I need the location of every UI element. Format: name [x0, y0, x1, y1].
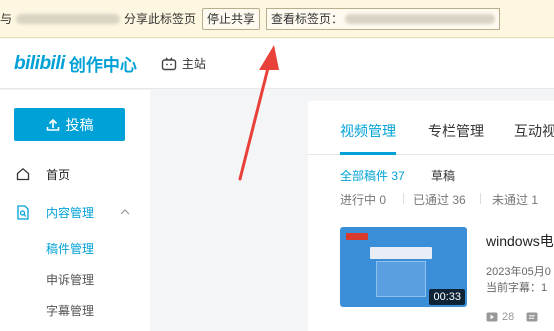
filter-rejected[interactable]: 未通过 1: [492, 191, 538, 208]
logo-subtitle: 创作中心: [68, 56, 137, 75]
video-date: 2023年05月0: [486, 266, 551, 278]
filter-all-manuscripts[interactable]: 全部稿件 37: [340, 167, 405, 184]
play-count: 28: [502, 311, 515, 323]
filter-approved[interactable]: 已通过 36: [413, 191, 466, 208]
tab-video-management[interactable]: 视频管理: [340, 121, 396, 141]
share-suffix: 分享此标签页: [124, 12, 197, 26]
video-thumbnail[interactable]: 00:33: [340, 227, 467, 307]
sidebar-item-home[interactable]: 首页: [0, 159, 150, 189]
divider: [480, 193, 481, 204]
sidebar-subitem-manuscripts[interactable]: 稿件管理: [46, 240, 94, 257]
logo[interactable]: bilibili 创作中心: [14, 51, 137, 76]
tab-share-bar: 与 分享此标签页 停止共享 查看标签页：: [0, 0, 554, 38]
divider: [403, 193, 404, 204]
video-stats: 28: [486, 311, 538, 323]
danmaku-icon: [526, 312, 538, 322]
tv-icon: [161, 56, 177, 70]
video-subtitle-count: 当前字幕：1: [486, 282, 548, 294]
sidebar-item-content[interactable]: 内容管理: [0, 197, 150, 227]
video-duration: 00:33: [429, 289, 465, 305]
video-title[interactable]: windows电脑: [486, 231, 554, 251]
play-count-icon: [486, 312, 498, 322]
filter-drafts[interactable]: 草稿: [431, 167, 455, 184]
upload-label: 投稿: [65, 116, 94, 133]
top-nav: bilibili 创作中心 主站: [0, 39, 554, 89]
sidebar-item-label: 首页: [46, 167, 71, 182]
view-tab-button[interactable]: 查看标签页：: [266, 7, 501, 30]
upload-button[interactable]: 投稿: [14, 108, 125, 141]
document-icon: [17, 204, 29, 220]
tab-bar: 视频管理 专栏管理 互动视: [308, 101, 554, 155]
sidebar-subitem-subtitles[interactable]: 字幕管理: [46, 302, 94, 319]
stop-sharing-button[interactable]: 停止共享: [202, 7, 261, 30]
sidebar-subitem-appeals[interactable]: 申诉管理: [46, 271, 94, 288]
main-site-link[interactable]: 主站: [161, 55, 206, 72]
thumbnail-banner: [370, 247, 432, 259]
sidebar: 投稿 首页 内容管理 稿件管理 申诉管理 字幕管理: [0, 90, 150, 331]
active-tab-indicator: [340, 152, 396, 155]
channel-badge: [346, 233, 368, 240]
tab-interactive-video[interactable]: 互动视: [514, 121, 554, 141]
view-tab-label: 查看标签页：: [271, 11, 344, 26]
thumbnail-screenshot: [376, 261, 426, 297]
share-prefix: 与: [0, 12, 13, 26]
blurred-url: [345, 13, 496, 24]
chevron-up-icon[interactable]: [120, 209, 130, 215]
sidebar-item-label: 内容管理: [46, 205, 95, 220]
main-panel: 视频管理 专栏管理 互动视 全部稿件 37 草稿 进行中 0 已通过 36 未通…: [308, 101, 554, 331]
logo-text: bilibili: [14, 52, 65, 74]
upload-icon: [46, 118, 59, 131]
tab-column-management[interactable]: 专栏管理: [428, 121, 484, 141]
filter-in-progress[interactable]: 进行中 0: [340, 191, 386, 208]
main-site-label: 主站: [181, 57, 206, 71]
home-icon: [16, 167, 30, 181]
blurred-url: [16, 13, 121, 24]
